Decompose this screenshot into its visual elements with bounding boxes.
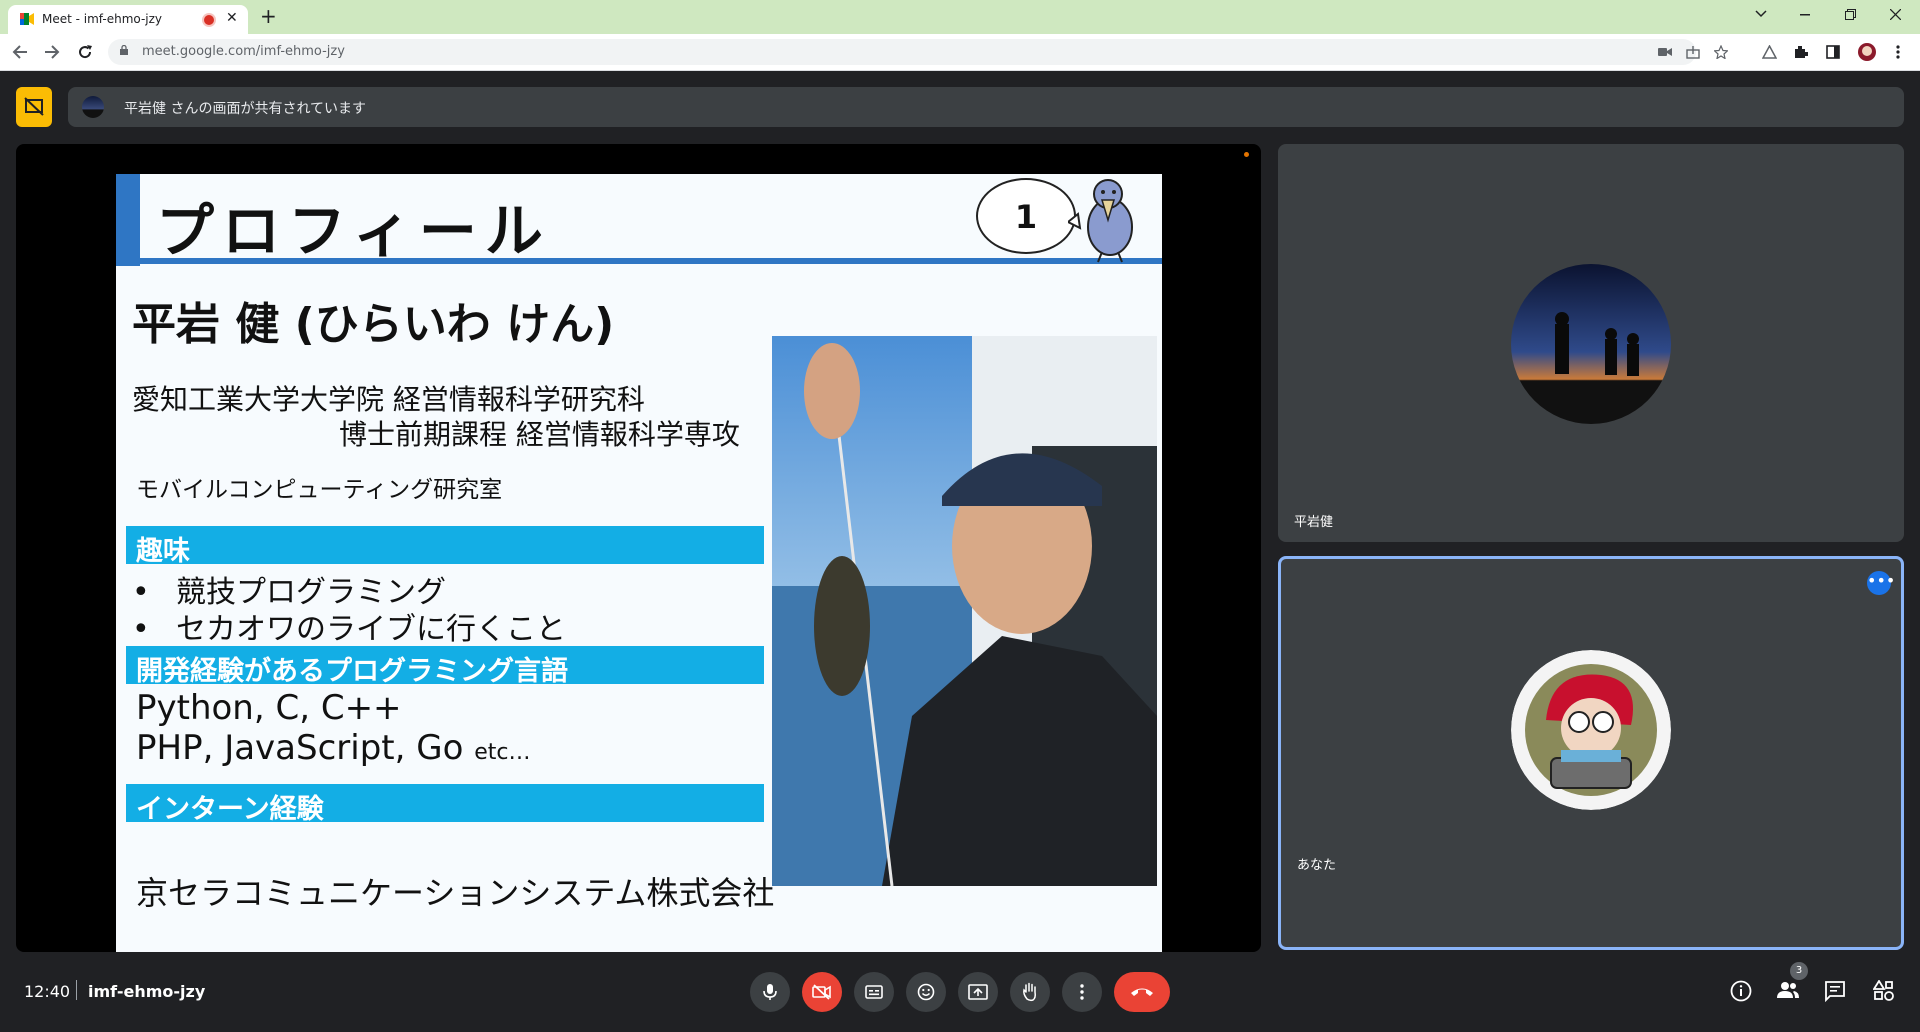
captions-icon xyxy=(865,985,883,999)
url-text: meet.google.com/imf-ehmo-jzy xyxy=(142,44,345,59)
meeting-details-button[interactable] xyxy=(1730,980,1752,1007)
activity-indicator xyxy=(1244,152,1249,157)
microphone-button[interactable] xyxy=(750,972,790,1012)
camera-off-icon xyxy=(812,984,831,1000)
tab-search-icon[interactable] xyxy=(1755,10,1767,18)
activities-icon xyxy=(1872,979,1894,1001)
page-number-bubble: 1 xyxy=(976,178,1076,254)
presenter-avatar xyxy=(82,96,104,118)
lab-name: モバイルコンピューティング研究室 xyxy=(136,477,503,503)
captions-button[interactable] xyxy=(854,972,894,1012)
bird-mascot-icon xyxy=(1068,179,1133,263)
forward-icon[interactable] xyxy=(44,44,60,60)
people-button[interactable] xyxy=(1776,980,1800,1005)
shared-screen[interactable]: プロフィール 1 平岩 健 (ひらいわ けん) 愛知工業大学大学院 経営情報科学… xyxy=(16,144,1261,952)
current-time: 12:40 xyxy=(24,982,71,1001)
extensions-puzzle-icon[interactable] xyxy=(1794,45,1808,59)
languages-heading: 開発経験があるプログラミング言語 xyxy=(136,656,568,687)
bookmark-star-icon[interactable] xyxy=(1714,45,1728,59)
more-vert-icon xyxy=(1080,984,1084,1000)
more-options-button[interactable]: ••• xyxy=(1867,571,1895,595)
new-tab-button[interactable]: + xyxy=(260,4,277,28)
presenting-banner: 平岩健 さんの画面が共有されています xyxy=(68,87,1904,127)
info-icon xyxy=(1730,980,1752,1002)
chat-button[interactable] xyxy=(1824,980,1846,1007)
hobbies-heading: 趣味 xyxy=(136,536,190,567)
minimize-icon[interactable] xyxy=(1800,14,1810,16)
url-field[interactable]: meet.google.com/imf-ehmo-jzy xyxy=(108,39,1728,65)
meeting-code: imf-ehmo-jzy xyxy=(88,982,206,1001)
activities-button[interactable] xyxy=(1872,979,1895,1007)
reload-icon[interactable] xyxy=(77,44,93,60)
more-options-menu-button[interactable] xyxy=(1062,972,1102,1012)
share-icon[interactable] xyxy=(1686,45,1700,59)
presenter-name: 平岩 健 (ひらいわ けん) xyxy=(132,299,615,350)
lock-icon xyxy=(120,45,128,55)
raise-hand-button[interactable] xyxy=(1010,972,1050,1012)
slide-title: プロフィール xyxy=(156,197,551,265)
recording-indicator-icon xyxy=(204,15,214,25)
participant-count-badge: 3 xyxy=(1790,962,1808,980)
hobbies-heading-bar: 趣味 xyxy=(126,526,764,567)
participant-name-self: あなた xyxy=(1297,858,1337,873)
browser-menu-icon[interactable] xyxy=(1896,45,1900,59)
languages-etc: etc… xyxy=(474,740,531,765)
footer-divider xyxy=(76,980,77,1000)
participant-name: 平岩健 xyxy=(1294,515,1334,530)
self-avatar xyxy=(1511,650,1671,810)
languages-line-2: PHP, JavaScript, Go etc… xyxy=(136,728,531,768)
stop-presenting-button[interactable] xyxy=(16,87,52,127)
browser-tab-strip: Meet - imf-ehmo-jzy ✕ + xyxy=(0,0,1920,34)
banner-text: 平岩健 さんの画面が共有されています xyxy=(124,101,367,117)
profile-avatar-icon[interactable] xyxy=(1857,42,1877,62)
intern-heading: インターン経験 xyxy=(136,794,324,825)
microphone-icon xyxy=(763,984,777,1000)
present-screen-icon xyxy=(968,984,988,1000)
recycle-extension-icon[interactable] xyxy=(1762,45,1777,59)
tab-title: Meet - imf-ehmo-jzy xyxy=(42,12,163,26)
present-off-icon xyxy=(24,97,44,116)
camera-in-use-icon[interactable] xyxy=(1658,47,1672,57)
intern-heading-bar: インターン経験 xyxy=(126,784,764,825)
browser-tab[interactable]: Meet - imf-ehmo-jzy ✕ xyxy=(8,5,248,34)
hobby-item: • セカオワのライブに行くこと xyxy=(132,612,566,647)
side-panel-icon[interactable] xyxy=(1826,45,1840,59)
present-now-button[interactable] xyxy=(958,972,998,1012)
camera-toggle-button[interactable] xyxy=(802,972,842,1012)
reactions-button[interactable] xyxy=(906,972,946,1012)
restore-icon[interactable] xyxy=(1845,9,1856,20)
participant-avatar xyxy=(1511,264,1671,424)
bullet: • xyxy=(132,612,150,647)
back-icon[interactable] xyxy=(12,44,28,60)
profile-photo xyxy=(772,336,1157,886)
header-accent-bar xyxy=(116,174,140,266)
leave-call-button[interactable] xyxy=(1114,972,1170,1012)
languages-heading-bar: 開発経験があるプログラミング言語 xyxy=(126,646,764,687)
presentation-slide: プロフィール 1 平岩 健 (ひらいわ けん) 愛知工業大学大学院 経営情報科学… xyxy=(116,174,1162,952)
window-close-icon[interactable] xyxy=(1890,9,1901,20)
university-line-1: 愛知工業大学大学院 経営情報科学研究科 xyxy=(132,383,645,416)
page-number: 1 xyxy=(1014,198,1038,236)
participant-tile-self[interactable]: ••• あなた xyxy=(1278,556,1904,950)
meet-favicon-icon xyxy=(20,13,34,25)
call-end-icon xyxy=(1131,988,1153,996)
participant-tile[interactable]: 平岩健 xyxy=(1278,144,1904,542)
languages-line-1: Python, C, C++ xyxy=(136,688,402,728)
university-line-2: 博士前期課程 経営情報科学専攻 xyxy=(339,418,740,451)
address-bar: meet.google.com/imf-ehmo-jzy xyxy=(0,34,1920,71)
chat-icon xyxy=(1825,981,1845,1003)
slide-header: プロフィール 1 xyxy=(116,174,1162,266)
tab-close-icon[interactable]: ✕ xyxy=(226,10,238,26)
people-icon xyxy=(1777,982,1799,998)
emoji-icon xyxy=(917,983,935,1001)
intern-company: 京セラコミュニケーションシステム株式会社 xyxy=(136,874,775,912)
hand-icon xyxy=(1023,982,1036,1002)
